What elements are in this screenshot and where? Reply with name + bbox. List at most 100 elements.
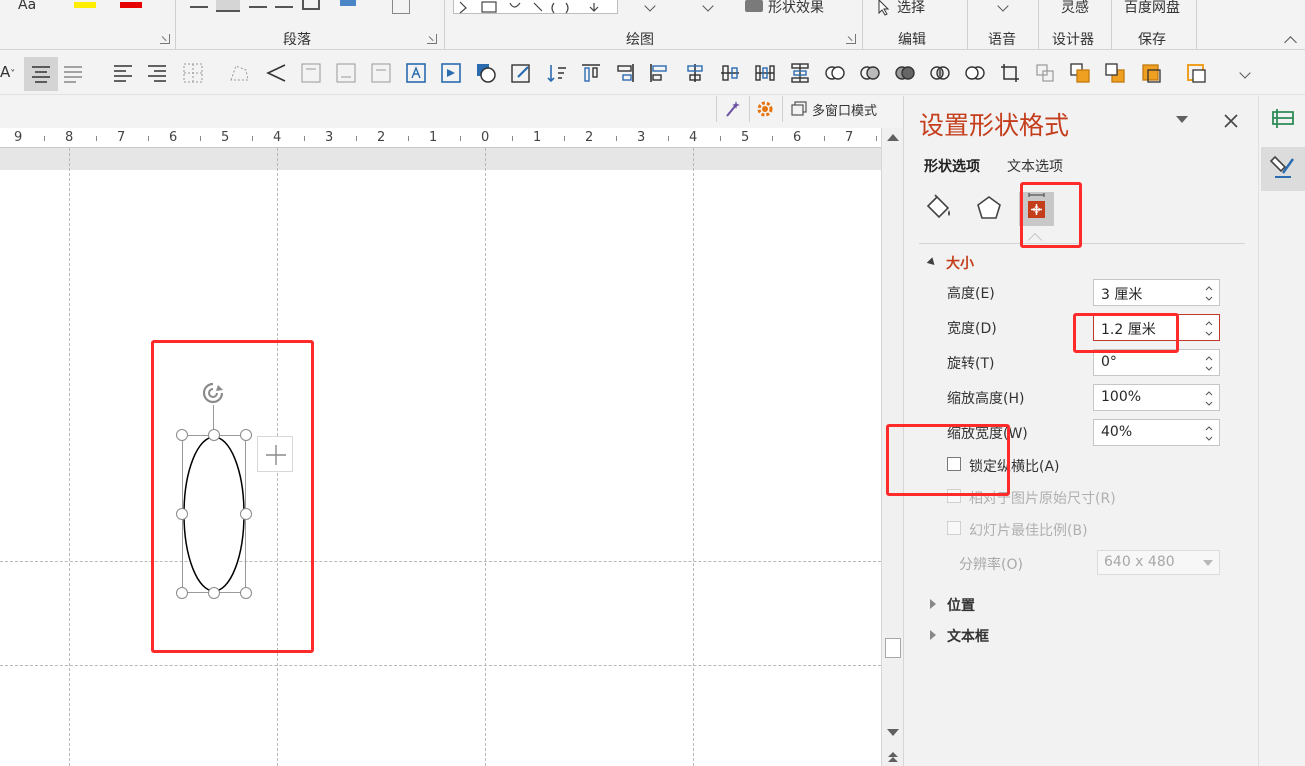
collapse-ribbon-icon[interactable] bbox=[1284, 36, 1297, 49]
distribute-horizontal-button[interactable] bbox=[754, 62, 776, 84]
text-case-button[interactable]: A˅ bbox=[0, 63, 15, 81]
align-right-icon[interactable] bbox=[249, 0, 267, 8]
spin-up-icon[interactable] bbox=[1205, 424, 1213, 432]
text-box-top-button[interactable] bbox=[300, 62, 322, 84]
font-color-icon[interactable] bbox=[120, 2, 142, 8]
merge-combine-button[interactable] bbox=[859, 62, 881, 84]
spin-up-icon[interactable] bbox=[1205, 284, 1213, 292]
spin-down-icon[interactable] bbox=[1205, 330, 1213, 338]
pane-options-dropdown-icon[interactable] bbox=[1176, 116, 1188, 123]
paragraph-dialog-launcher[interactable] bbox=[427, 34, 437, 44]
align-right-objects-button[interactable] bbox=[614, 62, 636, 84]
scale-width-input[interactable]: 40% bbox=[1093, 419, 1220, 446]
horizontal-guide[interactable] bbox=[0, 665, 881, 666]
dictate-dropdown-icon[interactable] bbox=[997, 0, 1009, 12]
rotation-input[interactable]: 0° bbox=[1093, 349, 1220, 376]
merge-intersect-button[interactable] bbox=[929, 62, 951, 84]
table-borders-button[interactable] bbox=[182, 62, 204, 84]
fill-line-tab[interactable] bbox=[922, 192, 956, 224]
spin-down-icon[interactable] bbox=[1205, 365, 1213, 373]
shape-effects-button[interactable]: 形状效果 bbox=[768, 0, 824, 17]
highlight-color-icon[interactable] bbox=[74, 2, 96, 8]
spin-up-icon[interactable] bbox=[1205, 319, 1213, 327]
position-section-header[interactable]: 位置 bbox=[928, 595, 1048, 615]
effects-tab[interactable] bbox=[972, 192, 1006, 224]
crop-button[interactable] bbox=[999, 62, 1021, 84]
align-center-objects-button[interactable] bbox=[684, 62, 706, 84]
spin-up-icon[interactable] bbox=[1205, 389, 1213, 397]
horizontal-guide[interactable] bbox=[0, 561, 881, 562]
text-fit-button[interactable] bbox=[405, 62, 427, 84]
spin-down-icon[interactable] bbox=[1205, 400, 1213, 408]
distribute-vertical-button[interactable] bbox=[789, 62, 811, 84]
flip-button[interactable] bbox=[265, 62, 287, 84]
text-box-bottom-button[interactable] bbox=[335, 62, 357, 84]
pane-close-icon[interactable] bbox=[1223, 113, 1239, 129]
sort-button[interactable] bbox=[546, 62, 568, 84]
align-left-icon[interactable] bbox=[190, 0, 208, 8]
select-cursor-icon[interactable] bbox=[877, 0, 891, 20]
inspiration-button[interactable]: 灵感 bbox=[1061, 0, 1089, 17]
align-left-button[interactable] bbox=[112, 62, 134, 84]
merge-subtract-button[interactable] bbox=[964, 62, 986, 84]
scroll-up-arrow-icon[interactable] bbox=[887, 134, 899, 141]
magic-wand-button[interactable] bbox=[716, 96, 746, 122]
send-backward-button[interactable] bbox=[1104, 62, 1126, 84]
text-box-autofit-button[interactable] bbox=[440, 62, 462, 84]
previous-slide-icon[interactable] bbox=[887, 748, 899, 762]
baidu-netdisk-button[interactable]: 百度网盘 bbox=[1124, 0, 1180, 17]
columns-icon[interactable] bbox=[302, 0, 320, 10]
scroll-thumb[interactable] bbox=[885, 638, 901, 658]
toolbar-overflow-icon[interactable] bbox=[1239, 67, 1251, 79]
horizontal-ruler[interactable]: 9 8 7 6 5 4 3 2 1 0 1 2 3 4 5 6 7 bbox=[0, 128, 881, 148]
align-top-button[interactable] bbox=[580, 62, 602, 84]
text-box-middle-button[interactable] bbox=[370, 62, 392, 84]
height-input[interactable]: 3 厘米 bbox=[1093, 279, 1220, 306]
tab-text-options[interactable]: 文本选项 bbox=[1007, 156, 1063, 176]
spin-up-icon[interactable] bbox=[1205, 354, 1213, 362]
bring-forward-button[interactable] bbox=[1069, 62, 1091, 84]
vertical-guide[interactable] bbox=[693, 148, 694, 766]
justify-button[interactable] bbox=[62, 62, 84, 84]
format-painter-button[interactable] bbox=[1261, 147, 1305, 191]
shapes-gallery[interactable] bbox=[453, 0, 618, 14]
scroll-down-arrow-icon[interactable] bbox=[887, 729, 899, 736]
select-button[interactable]: 选择 bbox=[897, 0, 925, 17]
align-right-button[interactable] bbox=[146, 62, 168, 84]
multi-window-button[interactable]: 多窗口模式 bbox=[782, 96, 897, 122]
font-size-aa-button[interactable]: Aa bbox=[18, 0, 36, 13]
text-direction-icon[interactable] bbox=[340, 0, 356, 6]
slide-canvas[interactable] bbox=[0, 170, 881, 766]
edit-shape-button[interactable] bbox=[510, 62, 532, 84]
center-align-button[interactable] bbox=[24, 57, 58, 91]
align-middle-objects-button[interactable] bbox=[719, 62, 741, 84]
spin-down-icon[interactable] bbox=[1205, 295, 1213, 303]
spin-down-icon[interactable] bbox=[1205, 435, 1213, 443]
align-center-icon[interactable] bbox=[216, 0, 240, 12]
drawing-dialog-launcher[interactable] bbox=[846, 34, 856, 44]
textbox-section-header[interactable]: 文本框 bbox=[928, 626, 1048, 646]
scale-height-input[interactable]: 100% bbox=[1093, 384, 1220, 411]
settings-button[interactable] bbox=[749, 96, 779, 122]
convert-smartart-icon[interactable] bbox=[392, 0, 410, 14]
change-shape-button[interactable] bbox=[475, 62, 497, 84]
comments-button[interactable] bbox=[1269, 106, 1297, 132]
vertical-guide[interactable] bbox=[69, 148, 70, 766]
arrange-dropdown-icon[interactable] bbox=[644, 0, 656, 12]
tab-shape-options[interactable]: 形状选项 bbox=[924, 156, 980, 176]
shape-effects-icon[interactable] bbox=[745, 0, 763, 12]
font-dialog-launcher[interactable] bbox=[160, 34, 170, 44]
bring-to-front-button[interactable] bbox=[1140, 62, 1162, 84]
justify-icon[interactable] bbox=[275, 0, 293, 8]
align-left-objects-button[interactable] bbox=[648, 62, 670, 84]
best-scale-box[interactable] bbox=[947, 521, 961, 535]
vertical-guide[interactable] bbox=[485, 148, 486, 766]
edit-points-button[interactable] bbox=[228, 62, 250, 84]
ungroup-button[interactable] bbox=[1034, 62, 1056, 84]
send-to-back-button[interactable] bbox=[1185, 62, 1207, 84]
best-scale-checkbox[interactable]: 幻灯片最佳比例(B) bbox=[947, 520, 1167, 540]
merge-fragment-button[interactable] bbox=[894, 62, 916, 84]
merge-union-button[interactable] bbox=[824, 62, 846, 84]
resolution-select[interactable]: 640 x 480 bbox=[1097, 550, 1220, 575]
quick-styles-dropdown-icon[interactable] bbox=[702, 0, 714, 12]
